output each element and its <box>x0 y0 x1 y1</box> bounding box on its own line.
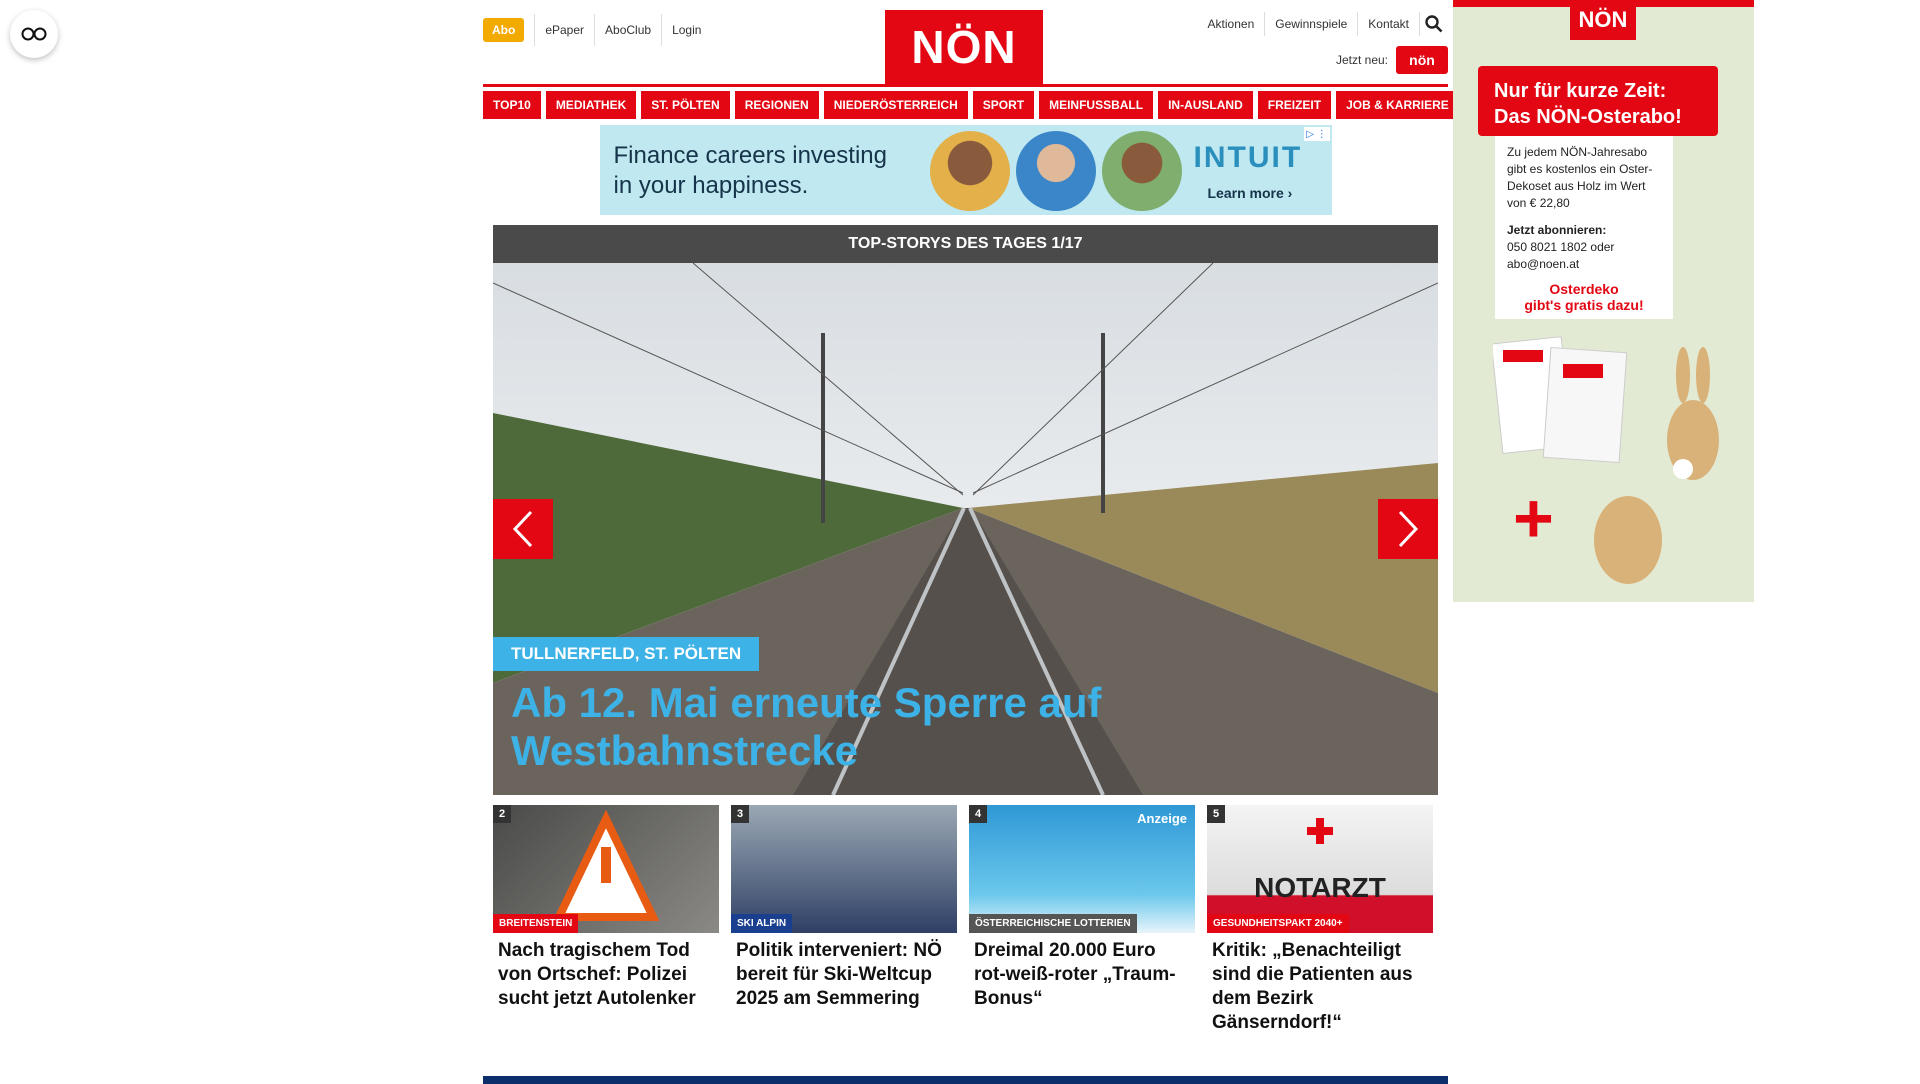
slider-kicker[interactable]: TULLNERFELD, ST. PÖLTEN <box>493 637 760 671</box>
nav-regionen[interactable]: REGIONEN <box>734 91 819 119</box>
teaser-card[interactable]: NOTARZT 5 GESUNDHEITSPAKT 2040+ Kritik: … <box>1207 805 1433 1035</box>
jetzt-neu: Jetzt neu: nön <box>1336 46 1448 74</box>
chevron-right-icon <box>1398 510 1419 548</box>
jetzt-neu-label: Jetzt neu: <box>1335 53 1388 67</box>
ad-text: Finance careers investing in your happin… <box>614 141 887 201</box>
side-ad[interactable]: NÖN Nur für kurze Zeit: Das NÖN-Osterabo… <box>1453 0 1754 602</box>
teaser-headline[interactable]: Kritik: „Benachteiligt sind die Patiente… <box>1212 939 1428 1035</box>
teaser-card[interactable]: 3 SKI ALPIN Politik interveniert: NÖ ber… <box>731 805 957 1035</box>
kleine-noen-badge[interactable]: nön <box>1396 46 1448 74</box>
nav-in-ausland[interactable]: IN-AUSLAND <box>1158 91 1253 119</box>
side-ad-logo: NÖN <box>1570 0 1636 40</box>
teaser-tag[interactable]: GESUNDHEITSPAKT 2040+ <box>1207 914 1349 933</box>
slider-next-button[interactable] <box>1378 499 1438 559</box>
teaser-overlay: 4 Anzeige ÖSTERREICHISCHE LOTTERIEN <box>969 805 1195 933</box>
teaser-number: 5 <box>1207 805 1225 823</box>
teaser-headline[interactable]: Politik interveniert: NÖ bereit für Ski-… <box>736 939 952 1011</box>
bottom-bar <box>483 1076 1448 1084</box>
top-links-right: Aktionen Gewinnspiele Kontakt <box>1198 12 1448 36</box>
side-ad-cta-title: Jetzt abonnieren: <box>1507 223 1607 237</box>
teaser-overlay: 5 GESUNDHEITSPAKT 2040+ <box>1207 805 1433 933</box>
teaser-card[interactable]: 4 Anzeige ÖSTERREICHISCHE LOTTERIEN Drei… <box>969 805 1195 1035</box>
aktionen-link[interactable]: Aktionen <box>1198 12 1265 36</box>
side-ad-body: Zu jedem NÖN-Jahresabo gibt es kostenlos… <box>1507 145 1653 210</box>
nav-sport[interactable]: SPORT <box>972 91 1035 119</box>
chevron-left-icon <box>512 510 533 548</box>
teaser-number: 3 <box>731 805 749 823</box>
nav-meinfussball[interactable]: MEINFUSSBALL <box>1039 91 1154 119</box>
teaser-tag[interactable]: BREITENSTEIN <box>493 914 579 933</box>
teaser-number: 2 <box>493 805 511 823</box>
teaser-tag[interactable]: ÖSTERREICHISCHE LOTTERIEN <box>969 914 1137 933</box>
plus-icon: + <box>1513 479 1554 557</box>
reader-mode-button[interactable] <box>10 10 58 58</box>
side-ad-headline-1: Nur für kurze Zeit: <box>1494 80 1667 102</box>
ad-banner[interactable]: Finance careers investing in your happin… <box>599 125 1332 215</box>
side-ad-headline-2: Das NÖN-Osterabo! <box>1494 106 1682 128</box>
kontakt-link[interactable]: Kontakt <box>1357 12 1419 36</box>
header: Abo ePaper AboClub Login NÖN Aktionen Ge… <box>483 0 1448 84</box>
teaser-card[interactable]: 2 BREITENSTEIN Nach tragischem Tod von O… <box>493 805 719 1035</box>
easter-bunny-icon <box>1667 347 1719 480</box>
ad-label: Anzeige <box>1137 811 1187 826</box>
search-button[interactable] <box>1419 12 1448 36</box>
epaper-link[interactable]: ePaper <box>534 14 594 46</box>
side-ad-headline: Nur für kurze Zeit: Das NÖN-Osterabo! <box>1478 66 1718 136</box>
aboclub-link[interactable]: AboClub <box>594 14 661 46</box>
main-nav: TOP10 MEDIATHEK ST. PÖLTEN REGIONEN NIED… <box>483 91 1459 119</box>
login-link[interactable]: Login <box>661 14 711 46</box>
nav-st-poelten[interactable]: ST. PÖLTEN <box>641 91 730 119</box>
nav-job-karriere[interactable]: JOB & KARRIERE <box>1336 91 1459 119</box>
ad-info-icon[interactable]: ▷ ⋮ <box>1303 127 1330 141</box>
abo-button[interactable]: Abo <box>483 18 525 42</box>
side-ad-card: Zu jedem NÖN-Jahresabo gibt es kostenlos… <box>1495 136 1673 281</box>
teaser-image[interactable]: 2 BREITENSTEIN <box>493 805 719 933</box>
ad-learn-more[interactable]: Learn more › <box>1208 185 1293 201</box>
nav-mediathek[interactable]: MEDIATHEK <box>545 91 637 119</box>
nav-freizeit[interactable]: FREIZEIT <box>1257 91 1332 119</box>
main-column: Abo ePaper AboClub Login NÖN Aktionen Ge… <box>483 0 1459 1035</box>
ad-person <box>1015 131 1096 211</box>
ad-people-image <box>929 131 1182 211</box>
teaser-headline[interactable]: Nach tragischem Tod von Ortschef: Polize… <box>498 939 714 1011</box>
nav-top10[interactable]: TOP10 <box>483 91 541 119</box>
slider-heading: TOP-STORYS DES TAGES 1/17 <box>493 225 1438 263</box>
top-stories-slider: TOP-STORYS DES TAGES 1/17 TULLNERFELD, S… <box>493 225 1438 795</box>
side-ad-promo-1: Osterdeko <box>1549 281 1619 297</box>
teaser-headline[interactable]: Dreimal 20.000 Euro rot-weiß-roter „Trau… <box>974 939 1190 1011</box>
slider-prev-button[interactable] <box>493 499 553 559</box>
teaser-overlay: 3 SKI ALPIN <box>731 805 957 933</box>
header-divider <box>483 84 1448 87</box>
top-links-left: Abo ePaper AboClub Login <box>483 14 711 46</box>
side-ad-promo: Osterdeko gibt's gratis dazu! <box>1495 275 1673 319</box>
teaser-tag[interactable]: SKI ALPIN <box>731 914 793 933</box>
easter-egg-icon <box>1594 496 1662 584</box>
side-ad-promo-2: gibt's gratis dazu! <box>1524 297 1644 313</box>
gewinnspiele-link[interactable]: Gewinnspiele <box>1264 12 1357 36</box>
story-teasers: 2 BREITENSTEIN Nach tragischem Tod von O… <box>493 805 1438 1035</box>
slider-image[interactable]: TULLNERFELD, ST. PÖLTEN Ab 12. Mai erneu… <box>493 263 1438 795</box>
ad-line-2: in your happiness. <box>613 172 809 199</box>
glasses-icon <box>21 27 47 41</box>
nav-niederoesterreich[interactable]: NIEDERÖSTERREICH <box>823 91 968 119</box>
slider-title[interactable]: Ab 12. Mai erneute Sperre auf Westbahnst… <box>511 679 1211 775</box>
side-ad-cta-body: 050 8021 1802 oder abo@noen.at <box>1507 240 1615 271</box>
ad-line-1: Finance careers investing <box>613 142 887 169</box>
ad-person <box>929 131 1010 211</box>
ad-person <box>1101 131 1182 211</box>
ad-brand-logo: INTUIT <box>1193 141 1303 174</box>
search-icon <box>1425 15 1443 33</box>
site-logo[interactable]: NÖN <box>885 10 1043 84</box>
teaser-number: 4 <box>969 805 987 823</box>
magazine-image <box>1493 336 1628 464</box>
